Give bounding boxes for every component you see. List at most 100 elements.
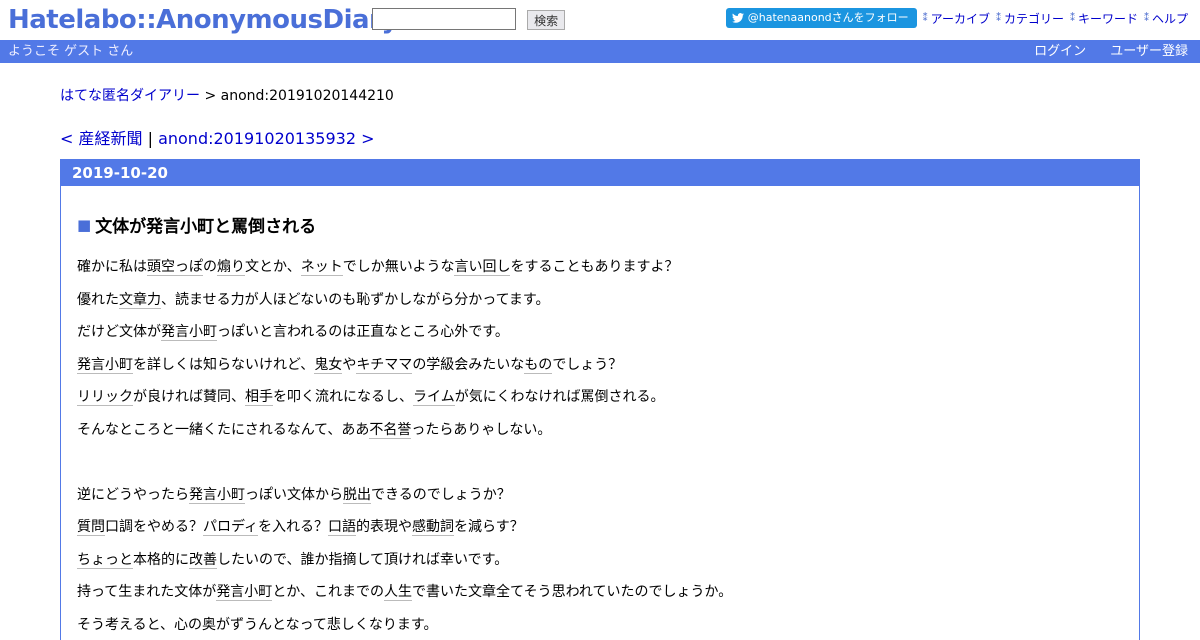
keyword-link[interactable]: 相手 [245,389,273,406]
body-text: 優れた [77,291,119,308]
keyword-link[interactable]: 人生 [384,584,413,601]
nav-keyword[interactable]: ⁑ キーワード [1070,10,1138,27]
body-text: 口調をやめる？ [105,519,203,535]
keyword-link[interactable]: 発言小町 [216,584,273,601]
body-text: ったらありゃしない。 [411,421,552,438]
nav-archive-link[interactable]: アーカイブ [931,10,990,27]
prev-entry-link[interactable]: < 産経新聞 [60,129,143,148]
keyword-link[interactable]: パロディ [203,519,259,536]
welcome-text: ようこそ ゲスト さん [8,44,134,59]
body-text: や [342,356,357,373]
keyword-link[interactable]: 発言小町 [189,486,245,504]
entry-body-line: 発言小町を詳しくは知らないけれど、鬼女やキチママの学級会みたいなものでしょう？ [77,355,1123,375]
next-entry-link[interactable]: anond:20191020135932 > [158,129,374,148]
keyword-link[interactable]: 改善 [189,551,217,569]
keyword-link[interactable]: ネット [300,259,343,276]
search-input[interactable] [372,8,516,30]
entry-title: ■ 文体が発言小町と罵倒される [77,212,1123,238]
nav-archive[interactable]: ⁑ アーカイブ [923,10,990,27]
body-text: 逆にどうやったら [77,486,189,503]
keyword-link[interactable]: ライム [413,389,455,406]
keyword-link[interactable]: 空っぽ [161,259,203,276]
search-button[interactable]: 検索 [527,10,566,30]
nav-category-link[interactable]: カテゴリー [1004,10,1064,27]
body-text: 的表現や [356,519,413,535]
entry-body-line: 確かに私は頭空っぽの煽り文とか、ネットでしか無いような言い回しをすることもありま… [77,257,1123,277]
entry-section: ■ 文体が発言小町と罵倒される 確かに私は頭空っぽの煽り文とか、ネットでしか無い… [61,212,1139,635]
entry-body-line: ちょっと本格的に改善したいので、誰か指摘して頂ければ幸いです。 [77,550,1123,570]
keyword-link[interactable]: キチママ [356,356,413,374]
keyword-link[interactable]: 感動詞 [412,519,455,536]
body-text: そう考えると、心の奥がずうんとなって悲しくなります。 [77,616,438,633]
body-text: 持って生まれた文体が [77,584,217,600]
keyword-link[interactable]: 発言小町 [77,356,133,374]
site-logo[interactable]: Hatelabo::AnonymousDiary [8,5,398,35]
login-link[interactable]: ログイン [1034,44,1086,59]
body-text: したいので、誰か指摘して頂ければ幸いです。 [217,551,509,568]
keyword-link[interactable]: ちょっと [77,551,133,569]
entry-body-line: 逆にどうやったら発言小町っぽい文体から脱出できるのでしょうか？ [77,485,1123,505]
user-bar: ようこそ ゲスト さん ログイン ユーザー登録 [0,40,1200,63]
keyword-link[interactable]: 質問 [77,519,105,536]
day-header: 2019-10-20 [61,160,1139,186]
keyword-link[interactable]: 言い回し [454,259,511,276]
keyword-link[interactable]: 口語 [328,519,357,536]
prev-next-separator: | [142,129,159,148]
entry-title-text: 文体が発言小町と罵倒される [95,217,317,237]
entry-body-line: 優れた文章力、読ませる力が人ほどないのも恥ずかしながら分かってます。 [77,290,1123,310]
account-links: ログイン ユーザー登録 [1014,40,1188,63]
day-entry: 2019-10-20 ■ 文体が発言小町と罵倒される 確かに私は頭空っぽの煽り文… [60,159,1140,640]
breadcrumb-root-link[interactable]: はてな匿名ダイアリー [60,88,200,104]
entry-body-line [77,452,1123,472]
double-chevron-right-icon: ⁑ [1143,12,1149,24]
body-text: できるのでしょうか？ [371,486,511,503]
body-text: が気にくわなければ罵倒される。 [454,389,665,405]
body-text: 文とか、 [245,259,301,275]
body-text: 本格的に [133,551,189,568]
twitter-follow-label: @hatenaanondさんをフォロー [747,11,909,24]
body-text: っぽいと言われるのは正直なところ心外です。 [217,324,509,340]
nav-keyword-link[interactable]: キーワード [1078,10,1138,27]
body-text: 確かに私は [77,259,147,275]
entry-body-line: そう考えると、心の奥がずうんとなって悲しくなります。 [77,615,1123,635]
day-date-link[interactable]: 2019-10-20 [72,164,168,182]
register-link[interactable]: ユーザー登録 [1110,44,1188,59]
keyword-link[interactable]: 文章力 [119,291,161,309]
body-text: で書いた文章全てそう思われていたのでしょうか。 [412,584,733,600]
entry-body-line: 持って生まれた文体が発言小町とか、これまでの人生で書いた文章全てそう思われていた… [77,582,1123,602]
header-nav: @hatenaanondさんをフォロー ⁑ アーカイブ ⁑ カテゴリー ⁑ キーワード… [725,8,1188,28]
nav-help-link[interactable]: ヘルプ [1152,10,1188,27]
nav-category[interactable]: ⁑ カテゴリー [996,10,1064,27]
breadcrumb-current: anond:20191020144210 [220,88,394,104]
entry-body-line: そんなところと一緒くたにされるなんて、ああ不名誉ったらありゃしない。 [77,420,1123,440]
twitter-follow-button[interactable]: @hatenaanondさんをフォロー [725,8,917,28]
body-text: っぽい文体から [245,486,343,503]
main-content: はてな匿名ダイアリー > anond:20191020144210 < 産経新聞… [60,63,1140,640]
body-text: が良ければ賛同、 [133,389,245,405]
nav-help[interactable]: ⁑ ヘルプ [1144,10,1188,27]
keyword-link[interactable]: リリック [77,389,133,406]
keyword-link[interactable]: 鬼女 [314,356,343,374]
keyword-link[interactable]: 煽り [217,259,245,276]
body-text: でしょう？ [552,356,623,373]
keyword-link[interactable]: 発言小町 [161,324,217,341]
keyword-link[interactable]: もの [524,356,553,374]
keyword-link[interactable]: 不名誉 [369,421,412,439]
keyword-link[interactable]: 頭 [147,259,161,276]
double-chevron-right-icon: ⁑ [922,12,928,24]
entry-body-line: 質問口調をやめる？パロディを入れる？口語的表現や感動詞を減らす？ [77,517,1123,537]
double-chevron-right-icon: ⁑ [1069,12,1075,24]
body-text: とか、これまでの [272,584,385,600]
twitter-icon [731,13,744,23]
body-text: 、読ませる力が人ほどないのも恥ずかしながら分かってます。 [161,291,550,308]
breadcrumb-separator: > [200,88,221,104]
body-text: を叩く流れになるし、 [273,389,413,405]
body-text: の学級会みたいな [412,356,525,373]
entry-permalink-square[interactable]: ■ [77,216,91,234]
site-header: Hatelabo::AnonymousDiary 検索 @hatenaanond… [0,0,1200,40]
keyword-link[interactable]: 脱出 [343,486,371,504]
breadcrumb: はてな匿名ダイアリー > anond:20191020144210 [60,85,1140,105]
body-text: を減らす？ [454,519,524,535]
entry-body-line: だけど文体が発言小町っぽいと言われるのは正直なところ心外です。 [77,322,1123,342]
entry-body-line: リリックが良ければ賛同、相手を叩く流れになるし、ライムが気にくわなければ罵倒され… [77,387,1123,407]
